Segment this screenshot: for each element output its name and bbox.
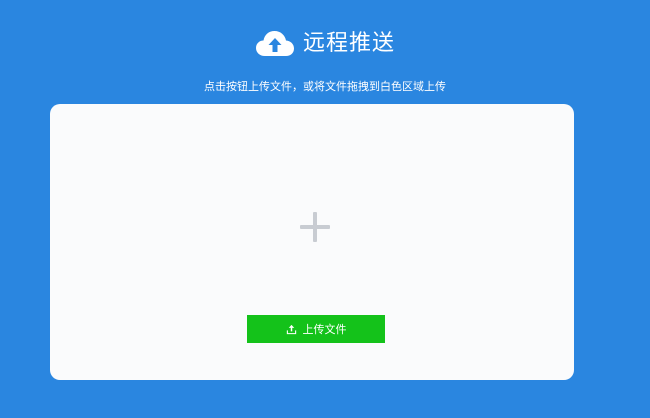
upload-file-button-label: 上传文件 [302,323,347,336]
upload-instructions: 点击按钮上传文件，或将文件拖拽到白色区域上传 [204,80,446,93]
cloud-upload-icon [255,31,294,56]
upload-icon [286,324,296,334]
page-header: 远程推送 [0,26,650,62]
upload-file-button[interactable]: 上传文件 [247,315,385,343]
page-title: 远程推送 [302,31,395,56]
plus-icon[interactable] [300,212,330,242]
file-drop-zone[interactable]: 上传文件 [50,104,574,380]
